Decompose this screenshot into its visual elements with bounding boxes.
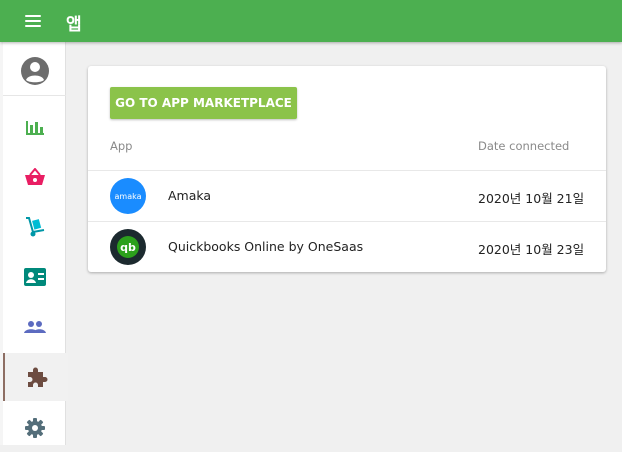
- date-connected: 2020년 10월 21일: [478, 191, 585, 206]
- table-row[interactable]: amaka Amaka 2020년 10월 21일: [88, 170, 606, 221]
- sidebar-item-profile[interactable]: [3, 47, 66, 96]
- contact-card-icon: [23, 268, 46, 286]
- column-header-date-connected: Date connected: [478, 139, 570, 153]
- top-app-bar: 앱: [0, 0, 622, 42]
- hamburger-menu-icon[interactable]: [25, 15, 41, 27]
- svg-text:qb: qb: [120, 241, 136, 254]
- hand-truck-icon: [25, 217, 44, 237]
- connected-apps-card: GO TO APP MARKETPLACE App Date connected…: [88, 66, 606, 272]
- user-circle-icon: [20, 57, 49, 85]
- sidebar-item-shop[interactable]: [3, 153, 66, 201]
- puzzle-icon: [27, 367, 47, 387]
- column-header-app: App: [110, 139, 133, 153]
- quickbooks-icon: qb: [117, 236, 139, 258]
- app-name: Amaka: [168, 188, 212, 203]
- people-icon: [23, 321, 46, 333]
- sidebar-item-contacts[interactable]: [3, 253, 66, 301]
- sidebar-item-reports[interactable]: [3, 103, 66, 151]
- basket-icon: [24, 168, 45, 185]
- go-to-app-marketplace-button[interactable]: GO TO APP MARKETPLACE: [110, 87, 297, 119]
- sidebar: [0, 42, 68, 445]
- amaka-logo: amaka: [110, 178, 146, 214]
- sidebar-item-apps[interactable]: [3, 353, 68, 401]
- date-connected: 2020년 10월 23일: [478, 242, 585, 257]
- gear-icon: [24, 418, 45, 438]
- bar-chart-icon: [25, 121, 44, 135]
- sidebar-item-delivery[interactable]: [3, 203, 66, 251]
- sidebar-item-users[interactable]: [3, 303, 66, 351]
- app-name: Quickbooks Online by OneSaas: [168, 239, 364, 254]
- table-row[interactable]: qb Quickbooks Online by OneSaas 2020년 10…: [88, 221, 606, 272]
- page-title: 앱: [66, 15, 82, 35]
- quickbooks-logo: qb: [110, 229, 146, 265]
